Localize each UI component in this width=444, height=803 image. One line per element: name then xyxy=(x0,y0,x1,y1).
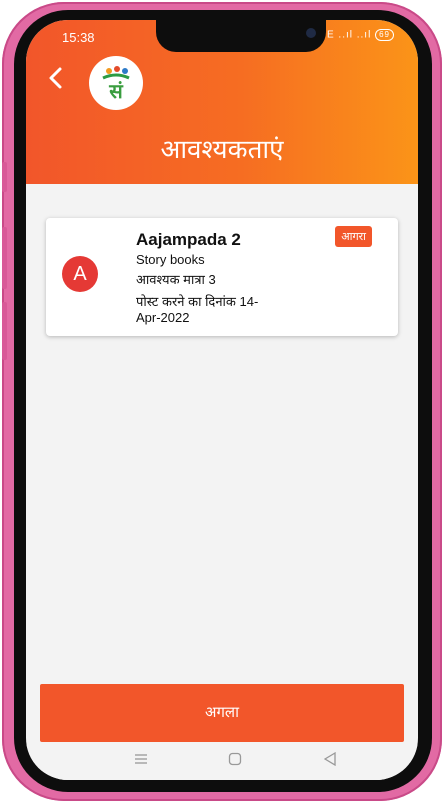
side-button xyxy=(2,162,7,192)
card-post-date-cont: Apr-2022 xyxy=(136,310,190,325)
side-button xyxy=(2,227,7,289)
card-post-date: पोस्ट करने का दिनांक 14- xyxy=(136,294,259,309)
camera-notch xyxy=(156,20,326,52)
triangle-back-icon[interactable] xyxy=(323,751,336,771)
app-logo: सं xyxy=(89,56,143,110)
screen: 15:38 Vo LTE ..ıl ..ıl 69 सं आवश्यकताएं … xyxy=(26,20,418,780)
battery-icon: 69 xyxy=(375,29,394,41)
card-title: Aajampada 2 xyxy=(136,230,241,249)
location-badge: आगरा xyxy=(335,226,372,247)
menu-icon[interactable] xyxy=(134,752,148,770)
logo-icon: सं xyxy=(102,66,130,103)
chevron-left-icon xyxy=(49,67,62,89)
side-button xyxy=(2,302,7,360)
front-camera xyxy=(306,28,316,38)
system-nav-bar xyxy=(26,744,418,780)
square-icon[interactable] xyxy=(228,752,242,771)
page-title: आवश्यकताएं xyxy=(160,134,284,164)
status-time: 15:38 xyxy=(62,30,95,45)
requirement-card[interactable]: A Aajampada 2 Story books आवश्यक मात्रा … xyxy=(46,218,398,336)
card-quantity: आवश्यक मात्रा 3 xyxy=(136,272,216,287)
card-category: Story books xyxy=(136,252,205,267)
avatar: A xyxy=(62,256,98,292)
back-button[interactable] xyxy=(46,66,74,94)
next-button[interactable]: अगला xyxy=(40,684,404,742)
svg-text:सं: सं xyxy=(108,79,124,103)
